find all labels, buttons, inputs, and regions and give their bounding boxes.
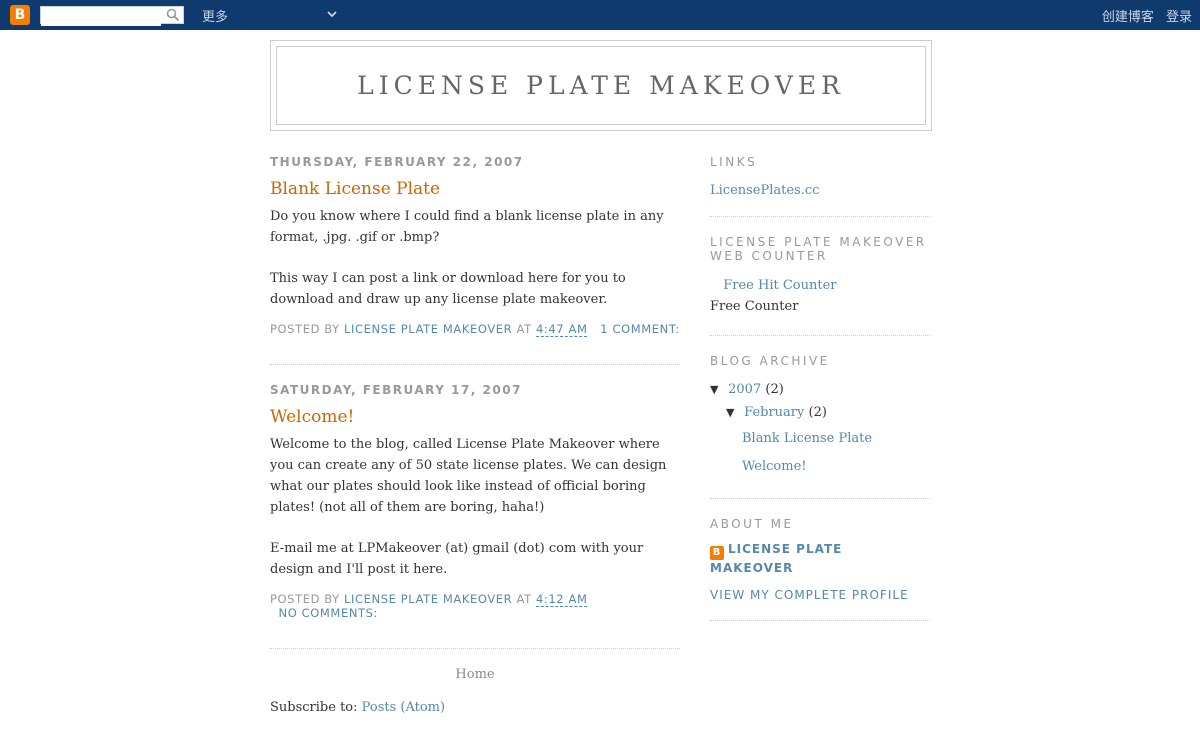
archive-post-list: Blank License Plate Welcome! [710,424,930,480]
post-timestamp-link[interactable]: 4:12 AM [536,592,588,607]
post-footer: Posted by License Plate Makeover at 4:12… [270,592,680,620]
post: Saturday, February 17, 2007 Welcome! Wel… [270,383,680,620]
about-me-widget: About Me B License Plate Makeover View my… [710,517,930,621]
login-link[interactable]: 登录 [1166,10,1192,25]
post-comments-link[interactable]: No comments: [279,606,379,620]
create-blog-link[interactable]: 创建博客 [1102,10,1154,25]
home-link[interactable]: Home [455,667,494,682]
blog-header: License Plate Makeover [270,40,932,131]
post-comments-link[interactable]: 1 comment: [600,322,679,336]
post-paragraph: Do you know where I could find a blank l… [270,209,664,245]
blog-header-inner: License Plate Makeover [276,46,926,125]
sidebar: Links LicensePlates.cc License Plate Mak… [710,150,930,639]
hit-counter-image-link[interactable]: Free Hit Counter [719,278,836,293]
archive-post-link[interactable]: Blank License Plate [742,431,872,446]
archive-month-row: ▼ February (2) [710,401,930,424]
sidebar-link-licenseplates[interactable]: LicensePlates.cc [710,183,819,198]
links-widget: Links LicensePlates.cc [710,155,930,217]
post-date: Saturday, February 17, 2007 [270,383,522,397]
archive-month-link[interactable]: February [744,405,804,420]
at-label: at [516,592,532,606]
subscribe-posts-atom-link[interactable]: Posts (Atom) [362,700,445,715]
free-counter-text: Free Counter [710,299,799,314]
post-title[interactable]: Welcome! [270,406,680,428]
post-author-link[interactable]: License Plate Makeover [344,322,512,336]
post-timestamp-link[interactable]: 4:47 AM [536,322,588,337]
navbar-search-box [40,6,184,26]
blog-archive-widget: Blog Archive ▼ 2007 (2) ▼ February (2) B… [710,354,930,499]
post-date: Thursday, February 22, 2007 [270,155,524,169]
profile-name-row: B License Plate Makeover [710,541,930,576]
archive-post-link[interactable]: Welcome! [742,459,807,474]
widget-title: Links [710,155,758,169]
subscribe-label: Subscribe to: [270,700,358,715]
archive-year-row: ▼ 2007 (2) [710,378,930,401]
view-complete-profile-link[interactable]: View my complete profile [710,588,909,602]
search-icon[interactable] [166,8,180,22]
post-paragraph: This way I can post a link or download h… [270,271,626,307]
post-body: Welcome to the blog, called License Plat… [270,434,680,580]
chevron-down-icon[interactable] [326,8,338,20]
navbar-account-links: 创建博客 登录 [1094,6,1192,25]
home-link-row: Home [270,667,680,682]
widget-title: About Me [710,517,794,531]
posted-by-label: Posted by [270,322,340,336]
archive-month-count: (2) [808,405,827,420]
counter-widget: License Plate Makeover Web Counter Free … [710,235,930,336]
blog-title[interactable]: License Plate Makeover [357,71,845,100]
archive-year-count: (2) [765,382,784,397]
post-author-link[interactable]: License Plate Makeover [344,592,512,606]
blogger-navbar: B 更多 创建博客 登录 [0,0,1200,30]
navbar-search-input[interactable] [41,10,161,26]
triangle-down-icon[interactable]: ▼ [710,378,724,401]
post-divider [270,648,680,649]
post-divider [270,364,680,365]
at-label: at [516,322,532,336]
post-title[interactable]: Blank License Plate [270,178,680,200]
profile-name-link[interactable]: License Plate Makeover [710,542,842,575]
blogger-logo-icon[interactable]: B [10,5,30,25]
post-footer: Posted by License Plate Makeover at 4:47… [270,322,680,337]
widget-title: Blog Archive [710,354,830,368]
post-body: Do you know where I could find a blank l… [270,206,680,310]
subscribe-row: Subscribe to: Posts (Atom) [270,700,680,715]
widget-title: License Plate Makeover Web Counter [710,235,927,263]
post: Thursday, February 22, 2007 Blank Licens… [270,155,680,337]
posted-by-label: Posted by [270,592,340,606]
view-profile-row: View my complete profile [710,588,930,602]
post-paragraph: E-mail me at LPMakeover (at) gmail (dot)… [270,541,644,577]
main-column: Thursday, February 22, 2007 Blank Licens… [270,150,680,715]
hit-counter-alt-text: Free Hit Counter [723,278,837,293]
archive-year-link[interactable]: 2007 [728,382,761,397]
post-paragraph: Welcome to the blog, called License Plat… [270,437,667,515]
triangle-down-icon[interactable]: ▼ [726,401,740,424]
blogger-profile-icon: B [710,546,724,560]
navbar-more-link[interactable]: 更多 [202,6,228,25]
